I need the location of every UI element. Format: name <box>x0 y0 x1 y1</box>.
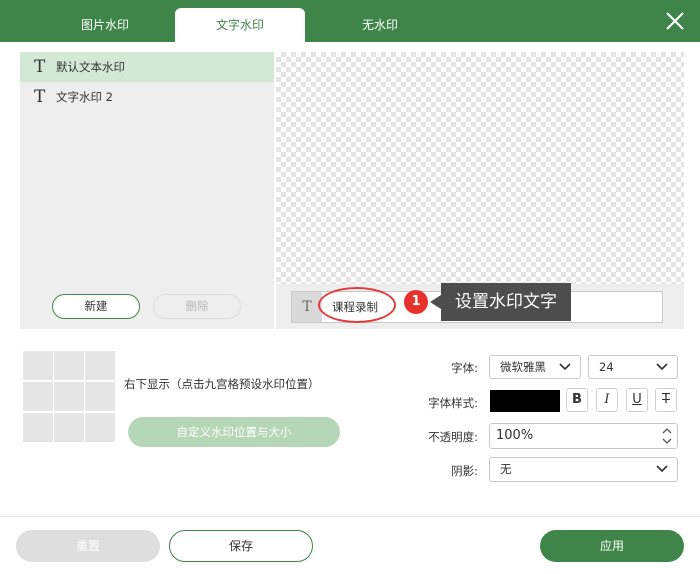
spin-up-icon[interactable] <box>662 427 672 435</box>
text-type-icon: T <box>292 292 322 322</box>
grid-cell-top-left[interactable] <box>23 351 53 380</box>
chevron-down-icon <box>559 363 571 371</box>
grid-cell-top-center[interactable] <box>54 351 84 380</box>
bold-button[interactable]: B <box>566 388 588 412</box>
chevron-down-icon <box>656 465 668 473</box>
opacity-label: 不透明度: <box>428 430 478 444</box>
reset-button[interactable]: 重置 <box>16 530 160 562</box>
grid-cell-top-right[interactable] <box>85 351 115 380</box>
grid-cell-bottom-center[interactable] <box>54 413 84 442</box>
list-item[interactable]: T 默认文本水印 <box>20 52 274 82</box>
close-icon[interactable] <box>664 10 686 32</box>
list-item-label: 文字水印 2 <box>56 90 113 104</box>
font-color-picker[interactable] <box>490 390 560 412</box>
tab-no-watermark[interactable]: 无水印 <box>315 8 445 42</box>
watermark-preview <box>276 52 684 284</box>
callout-arrow <box>430 295 441 309</box>
new-watermark-button[interactable]: 新建 <box>52 294 140 319</box>
list-item[interactable]: T 文字水印 2 <box>20 82 274 112</box>
grid-cell-bottom-left[interactable] <box>23 413 53 442</box>
chevron-down-icon <box>656 363 668 371</box>
position-description: 右下显示（点击九宫格预设水印位置） <box>124 377 320 391</box>
position-grid <box>22 350 116 443</box>
underline-button[interactable]: U <box>626 388 648 412</box>
save-button[interactable]: 保存 <box>169 530 313 562</box>
text-type-icon: T <box>34 87 46 107</box>
font-label: 字体: <box>451 361 478 375</box>
callout-text: 设置水印文字 <box>441 283 571 321</box>
opacity-stepper[interactable]: 100% <box>489 423 678 449</box>
strikethrough-button[interactable]: T <box>655 388 677 412</box>
font-size-select[interactable]: 24 <box>588 355 678 379</box>
tab-bar: 图片水印 文字水印 无水印 <box>0 0 700 42</box>
delete-watermark-button[interactable]: 删除 <box>153 294 241 319</box>
custom-position-button[interactable]: 自定义水印位置与大小 <box>128 417 340 447</box>
list-item-label: 默认文本水印 <box>56 60 125 74</box>
apply-button[interactable]: 应用 <box>540 530 684 562</box>
opacity-value: 100% <box>496 428 534 443</box>
tab-text-watermark[interactable]: 文字水印 <box>175 8 305 42</box>
callout-number-badge: 1 <box>404 290 428 314</box>
watermark-list: T 默认文本水印 T 文字水印 2 <box>20 52 274 329</box>
grid-cell-middle-center[interactable] <box>54 382 84 411</box>
grid-cell-middle-left[interactable] <box>23 382 53 411</box>
shadow-select[interactable]: 无 <box>489 457 678 482</box>
shadow-value: 无 <box>500 462 512 476</box>
shadow-label: 阴影: <box>451 464 478 478</box>
footer-divider <box>0 516 700 517</box>
spin-down-icon[interactable] <box>662 437 672 445</box>
grid-cell-middle-right[interactable] <box>85 382 115 411</box>
font-style-label: 字体样式: <box>428 396 478 410</box>
font-select-value: 微软雅黑 <box>500 360 546 374</box>
font-size-value: 24 <box>599 360 614 374</box>
font-select[interactable]: 微软雅黑 <box>489 355 581 379</box>
italic-button[interactable]: I <box>596 388 618 412</box>
tab-image-watermark[interactable]: 图片水印 <box>40 8 170 42</box>
text-type-icon: T <box>34 57 46 77</box>
grid-cell-bottom-right[interactable] <box>85 413 115 442</box>
